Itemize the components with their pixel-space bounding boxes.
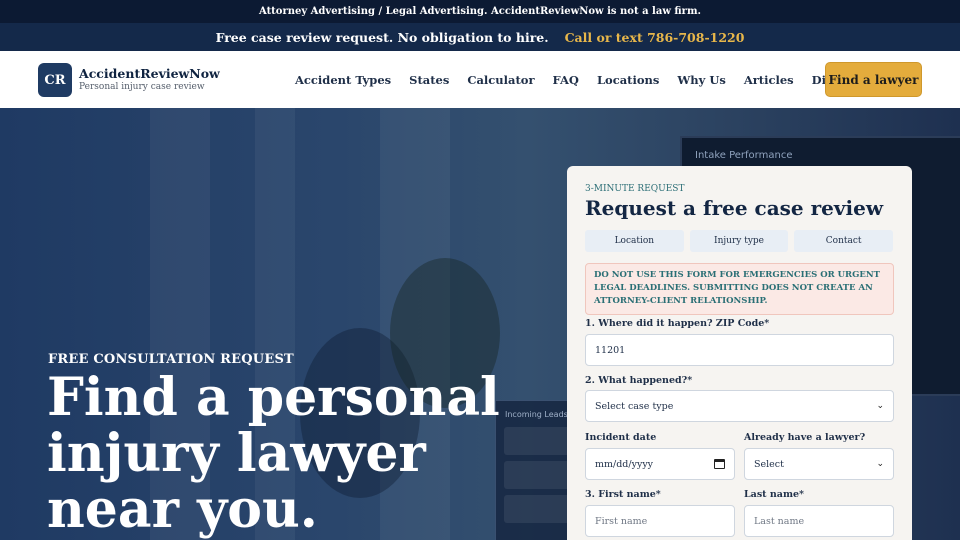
call-or-text-link[interactable]: Call or text 786-708-1220 [565,30,745,45]
nav-calculator[interactable]: Calculator [467,73,534,87]
chevron-down-icon: ⌄ [876,459,884,469]
advertising-disclaimer-bar: Attorney Advertising / Legal Advertising… [0,0,960,23]
nav-articles[interactable]: Articles [744,73,794,87]
last-name-label: Last name* [744,489,805,500]
find-a-lawyer-button[interactable]: Find a lawyer [825,62,922,97]
incident-date-label: Incident date [585,432,657,443]
first-name-input[interactable]: First name [585,505,735,537]
zip-label: 1. Where did it happen? ZIP Code* [585,318,770,329]
nav-accident-types[interactable]: Accident Types [295,73,391,87]
emergency-warning: DO NOT USE THIS FORM FOR EMERGENCIES OR … [585,263,894,315]
nav-why-us[interactable]: Why Us [677,73,725,87]
background-monitor-title: Intake Performance [695,150,793,161]
hero-title: Find a personal injury lawyer near you. [47,367,500,540]
case-type-select[interactable]: Select case type ⌄ [585,390,894,422]
brand-name[interactable]: AccidentReviewNow [79,66,220,81]
case-type-label: 2. What happened?* [585,375,693,386]
nav-states[interactable]: States [409,73,449,87]
have-lawyer-select[interactable]: Select ⌄ [744,448,894,480]
hero-eyebrow: FREE CONSULTATION REQUEST [48,352,294,367]
first-name-label: 3. First name* [585,489,661,500]
chevron-down-icon: ⌄ [876,401,884,411]
calendar-icon[interactable] [714,459,725,469]
logo-badge[interactable]: CR [38,63,72,97]
step-contact[interactable]: Contact [794,230,894,252]
zip-input[interactable]: 11201 [585,334,894,366]
promo-text: Free case review request. No obligation … [215,29,549,45]
have-lawyer-value: Select [754,458,784,470]
incident-date-value: mm/dd/yyyy [595,458,654,470]
site-header: CR AccidentReviewNow Personal injury cas… [0,51,960,108]
case-review-form: 3-MINUTE REQUEST Request a free case rev… [567,166,912,540]
brand-tagline: Personal injury case review [79,82,205,92]
form-kicker: 3-MINUTE REQUEST [585,184,685,194]
nav-locations[interactable]: Locations [597,73,659,87]
case-type-value: Select case type [595,400,674,412]
nav-faq[interactable]: FAQ [553,73,579,87]
incident-date-input[interactable]: mm/dd/yyyy [585,448,735,480]
step-injury-type[interactable]: Injury type [689,230,789,252]
promo-bar: Free case review request. No obligation … [0,23,960,51]
step-location[interactable]: Location [585,230,684,252]
form-title: Request a free case review [585,196,884,220]
last-name-input[interactable]: Last name [744,505,894,537]
advertising-disclaimer-text: Attorney Advertising / Legal Advertising… [258,6,702,17]
have-lawyer-label: Already have a lawyer? [744,432,866,443]
main-nav: Accident Types States Calculator FAQ Loc… [295,51,881,108]
form-steps: Location Injury type Contact [585,230,894,252]
